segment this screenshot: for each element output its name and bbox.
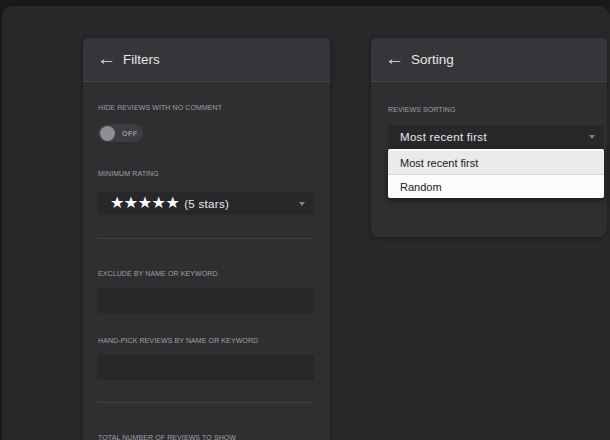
minimum-rating-value: (5 stars)	[184, 198, 229, 210]
handpick-input[interactable]	[97, 355, 314, 380]
toggle-state-label: OFF	[122, 124, 138, 142]
handpick-label: HAND-PICK REVIEWS BY NAME OR KEYWORD	[98, 336, 258, 345]
hide-reviews-toggle[interactable]: OFF	[98, 124, 143, 142]
exclude-label: EXCLUDE BY NAME OR KEYWORD	[98, 269, 218, 278]
sorting-panel: ← Sorting REVIEWS SORTING Most recent fi…	[371, 38, 607, 237]
stars-icon: ★★★★★	[110, 195, 179, 211]
divider	[97, 402, 314, 403]
minimum-rating-select[interactable]: ★★★★★ (5 stars)	[97, 192, 314, 215]
chevron-down-icon	[589, 135, 595, 139]
hide-reviews-label: HIDE REVIEWS WITH NO COMMENT	[98, 103, 222, 112]
total-reviews-label: TOTAL NUMBER OF REVIEWS TO SHOW	[98, 433, 236, 440]
sorting-dropdown-menu: Most recent first Random	[388, 149, 604, 198]
panel-title: Sorting	[411, 52, 454, 67]
sorting-header: ← Sorting	[371, 38, 607, 82]
reviews-sorting-select[interactable]: Most recent first	[388, 125, 604, 148]
app-background: { "filters": { "title": "Filters", "hide…	[0, 0, 610, 440]
minimum-rating-label: MINIMUM RATING	[98, 169, 159, 178]
filters-panel: ← Filters HIDE REVIEWS WITH NO COMMENT O…	[83, 38, 330, 440]
panel-title: Filters	[123, 52, 160, 67]
menu-item-most-recent[interactable]: Most recent first	[388, 151, 604, 175]
toggle-knob	[100, 126, 115, 141]
chevron-down-icon	[299, 202, 305, 206]
reviews-sorting-value: Most recent first	[400, 131, 487, 143]
menu-item-random[interactable]: Random	[388, 175, 604, 198]
back-icon[interactable]: ←	[97, 49, 113, 68]
back-icon[interactable]: ←	[385, 49, 401, 68]
filters-header: ← Filters	[83, 38, 330, 82]
divider	[97, 238, 314, 239]
exclude-input[interactable]	[97, 288, 314, 313]
reviews-sorting-label: REVIEWS SORTING	[388, 105, 456, 114]
